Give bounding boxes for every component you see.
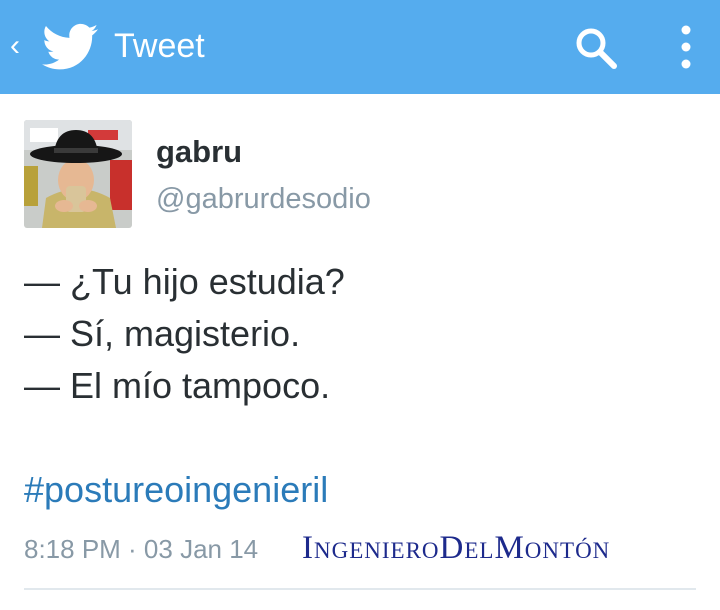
divider — [24, 588, 696, 590]
twitter-bird-icon[interactable] — [42, 22, 98, 72]
tweet-line: — ¿Tu hijo estudia? — [24, 261, 345, 302]
app-bar: ‹ Tweet — [0, 0, 720, 94]
back-button[interactable]: ‹ — [10, 28, 28, 64]
tweet-line: — Sí, magisterio. — [24, 313, 301, 354]
watermark-text: IngenieroDelMontón — [302, 530, 611, 566]
author-name[interactable]: gabru — [156, 134, 242, 170]
page-title: Tweet — [114, 27, 205, 65]
tweet-text: — ¿Tu hijo estudia? — Sí, magisterio. — … — [24, 256, 704, 412]
chevron-left-icon: ‹ — [10, 29, 20, 62]
tweet-timestamp: 8:18 PM · 03 Jan 14 — [24, 534, 259, 564]
hashtag-link[interactable]: #postureoingenieril — [24, 466, 328, 514]
tweet-line: — El mío tampoco. — [24, 365, 331, 406]
avatar[interactable] — [24, 120, 132, 228]
more-vertical-icon[interactable] — [676, 22, 696, 72]
search-icon[interactable] — [572, 24, 620, 72]
author-handle[interactable]: @gabrurdesodio — [156, 182, 371, 216]
